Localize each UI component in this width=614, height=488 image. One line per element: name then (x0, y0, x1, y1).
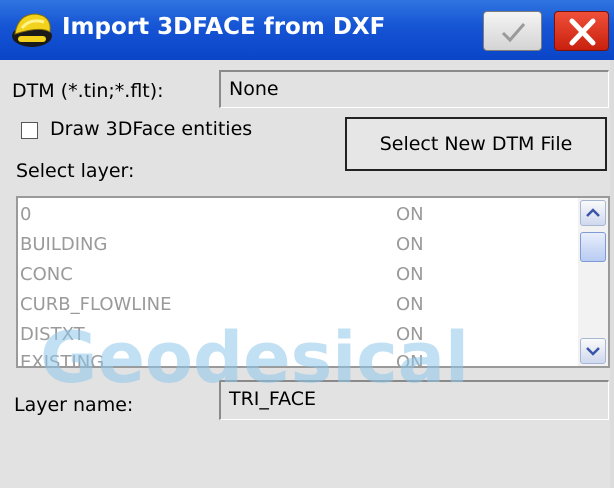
dtm-field[interactable]: None (219, 70, 609, 108)
layer-name-cell: DISTXT (20, 324, 85, 345)
layer-name-cell: EXISTING (20, 352, 105, 368)
scroll-up-button[interactable] (580, 200, 606, 226)
layer-status-cell: ON (396, 352, 424, 368)
title-bar: Import 3DFACE from DXF (0, 0, 614, 60)
scroll-thumb[interactable] (580, 232, 606, 262)
helmet-icon (12, 13, 52, 47)
list-item[interactable]: CURB_FLOWLINE ON (18, 290, 578, 320)
scroll-down-button[interactable] (580, 338, 606, 364)
layer-name-label: Layer name: (14, 394, 134, 416)
layer-status-cell: ON (396, 234, 424, 255)
layer-name-cell: 0 (20, 204, 32, 225)
dtm-label: DTM (*.tin;*.flt): (12, 80, 164, 102)
list-item[interactable]: EXISTING ON (18, 348, 578, 368)
list-item[interactable]: 0 ON (18, 200, 578, 230)
chevron-down-icon (586, 347, 600, 356)
select-new-dtm-button[interactable]: Select New DTM File (345, 117, 607, 171)
layer-name-field[interactable]: TRI_FACE (219, 380, 609, 420)
ok-button[interactable] (483, 11, 542, 51)
draw-3dface-label: Draw 3DFace entities (50, 118, 253, 140)
layer-name-cell: BUILDING (20, 234, 108, 255)
layer-name-cell: CONC (20, 264, 73, 285)
close-x-icon (569, 18, 596, 46)
vertical-scrollbar[interactable] (578, 198, 608, 366)
layer-status-cell: ON (396, 264, 424, 285)
chevron-up-icon (586, 208, 600, 217)
layer-status-cell: ON (396, 294, 424, 315)
layer-name-cell: CURB_FLOWLINE (20, 294, 172, 315)
layer-status-cell: ON (396, 324, 424, 345)
window-edge (610, 60, 614, 488)
list-item[interactable]: BUILDING ON (18, 230, 578, 260)
layer-status-cell: ON (396, 204, 424, 225)
list-item[interactable]: DISTXT ON (18, 320, 578, 350)
draw-3dface-checkbox[interactable] (21, 122, 38, 139)
checkmark-icon (501, 23, 526, 43)
list-item[interactable]: CONC ON (18, 260, 578, 290)
select-layer-label: Select layer: (16, 160, 135, 182)
window-title: Import 3DFACE from DXF (62, 14, 386, 40)
close-button[interactable] (554, 11, 609, 51)
layer-list[interactable]: 0 ON BUILDING ON CONC ON CURB_FLOWLINE O… (16, 196, 610, 368)
